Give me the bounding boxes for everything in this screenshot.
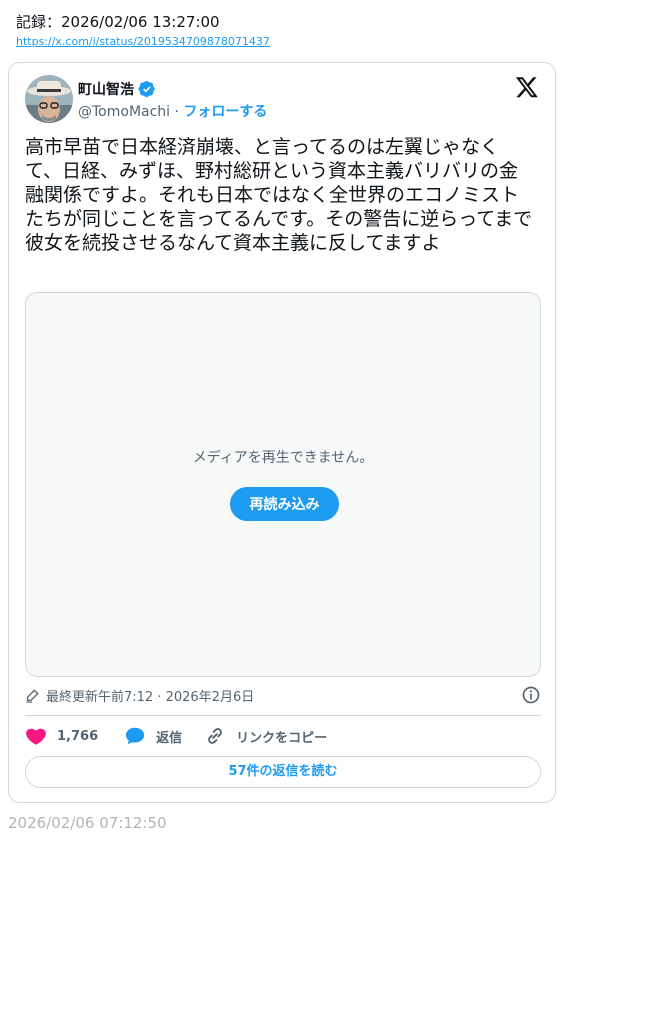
reply-bubble-icon (125, 727, 145, 745)
divider (25, 715, 541, 716)
separator-dot: · (174, 104, 179, 120)
tweet-timestamp[interactable]: 最終更新午前7:12 · 2026年2月6日 (46, 686, 254, 705)
info-icon[interactable] (521, 685, 541, 705)
tweet-card: 町山智浩 @TomoMachi · フォローする 高市早苗で日本経済崩壊、と言っ… (8, 62, 556, 803)
copy-link-label: リンクをコピー (236, 730, 328, 746)
reload-button[interactable]: 再読み込み (230, 487, 339, 521)
footer-timestamp: 2026/02/06 07:12:50 (8, 814, 167, 832)
author-name-row: 町山智浩 (78, 79, 156, 99)
author-handle[interactable]: @TomoMachi (78, 104, 170, 120)
avatar[interactable] (25, 75, 73, 123)
media-player[interactable]: メディアを再生できません。 再読み込み (25, 292, 541, 677)
read-replies-button[interactable]: 57件の返信を読む (25, 756, 541, 788)
like-button[interactable]: 1,766 (25, 725, 98, 747)
tweet-actions: 1,766 返信 リンクをコピー (25, 726, 327, 746)
avatar-image (25, 75, 73, 123)
reply-button[interactable]: 返信 (124, 725, 182, 747)
media-error-message: メディアを再生できません。 (192, 450, 374, 466)
author-name[interactable]: 町山智浩 (78, 79, 134, 99)
handle-row: @TomoMachi · フォローする (78, 101, 267, 121)
verified-badge-icon (138, 80, 155, 98)
link-icon (208, 728, 223, 744)
copy-link-button[interactable]: リンクをコピー (204, 725, 327, 747)
x-logo-icon[interactable] (515, 75, 539, 99)
heart-icon (26, 728, 46, 745)
reply-label: 返信 (156, 730, 183, 746)
record-header: 記録：2026/02/06 13:27:00 (16, 13, 220, 31)
record-url-link[interactable]: https://x.com/i/status/20195347098780714… (16, 35, 270, 48)
tweet-text: 高市早苗で日本経済崩壊、と言ってるのは左翼じゃなくて、日経、みずほ、野村総研とい… (25, 136, 533, 254)
follow-button[interactable]: フォローする (183, 104, 267, 120)
like-count: 1,766 (57, 728, 99, 744)
tweet-meta: 最終更新午前7:12 · 2026年2月6日 (25, 685, 541, 705)
pencil-icon (26, 689, 39, 703)
